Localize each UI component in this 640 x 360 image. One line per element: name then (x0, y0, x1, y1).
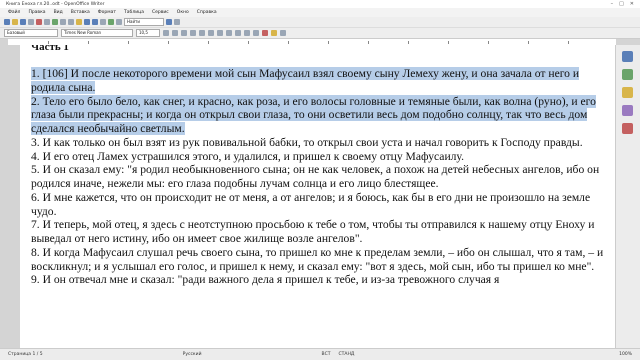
menu-item-table[interactable]: Таблица (124, 10, 144, 15)
standard-toolbar: Найти (0, 17, 640, 28)
title-bar: Книга Еноха гл.20..odt - OpenOffice Writ… (0, 0, 640, 8)
menu-item-tools[interactable]: Сервис (152, 10, 169, 15)
bullets-icon[interactable] (235, 30, 241, 36)
help-icon[interactable] (174, 19, 180, 25)
paste-icon[interactable] (76, 19, 82, 25)
properties-icon[interactable] (622, 51, 633, 62)
spellcheck-icon[interactable] (52, 19, 58, 25)
mail-icon[interactable] (28, 19, 34, 25)
menu-item-view[interactable]: Вид (54, 10, 63, 15)
align-center-icon[interactable] (199, 30, 205, 36)
indent-increase-icon[interactable] (253, 30, 259, 36)
underline-icon[interactable] (181, 30, 187, 36)
paragraph-2: 2. Тело его было бело, как снег, и красн… (31, 94, 605, 136)
document-page[interactable]: Часть 1 1. [106] И после некоторого врем… (20, 45, 616, 348)
maximize-icon[interactable]: □ (619, 1, 624, 7)
sidebar-panel (615, 45, 640, 348)
document-body[interactable]: 1. [106] И после некоторого времени мой … (31, 67, 605, 287)
italic-icon[interactable] (172, 30, 178, 36)
functions-icon[interactable] (622, 123, 633, 134)
selection-mode-indicator[interactable]: СТАНД (339, 352, 355, 357)
zoom-level[interactable]: 100% (619, 352, 632, 357)
close-icon[interactable]: ✕ (630, 1, 634, 7)
menu-item-help[interactable]: Справка (197, 10, 217, 15)
paragraph-5[interactable]: 5. И он сказал ему: "я родил необыкновен… (31, 163, 605, 191)
open-icon[interactable] (12, 19, 18, 25)
save-icon[interactable] (20, 19, 26, 25)
menu-item-file[interactable]: Файл (8, 10, 20, 15)
menu-item-edit[interactable]: Правка (28, 10, 45, 15)
window-controls: – □ ✕ (611, 1, 634, 7)
undo-icon[interactable] (84, 19, 90, 25)
find-next-icon[interactable] (166, 19, 172, 25)
find-input[interactable]: Найти (124, 18, 164, 26)
image-icon[interactable] (108, 19, 114, 25)
navigator-icon[interactable] (622, 105, 633, 116)
selected-text[interactable]: 2. Тело его было бело, как снег, и красн… (31, 94, 596, 135)
export-pdf-icon[interactable] (36, 19, 42, 25)
paragraph-1: 1. [106] И после некоторого времени мой … (31, 67, 605, 95)
minimize-icon[interactable]: – (611, 1, 614, 7)
font-size-select[interactable]: 10,5 (136, 29, 160, 37)
page-indicator[interactable]: Страница 1 / 5 (8, 352, 43, 357)
insert-mode-indicator[interactable]: ВСТ (322, 352, 331, 357)
new-doc-icon[interactable] (4, 19, 10, 25)
copy-icon[interactable] (68, 19, 74, 25)
font-name-select[interactable]: Times New Roman (61, 29, 133, 37)
menu-item-insert[interactable]: Вставка (71, 10, 90, 15)
paragraph-7[interactable]: 7. И теперь, мой отец, я здесь с неотсту… (31, 218, 605, 246)
highlight-icon[interactable] (271, 30, 277, 36)
redo-icon[interactable] (92, 19, 98, 25)
gallery-icon[interactable] (622, 87, 633, 98)
menu-bar: Файл Правка Вид Вставка Формат Таблица С… (0, 8, 640, 17)
formatting-toolbar: Базовый Times New Roman 10,5 (0, 28, 640, 39)
paragraph-6[interactable]: 6. И мне кажется, что он происходит не о… (31, 191, 605, 219)
justify-icon[interactable] (217, 30, 223, 36)
paragraph-4[interactable]: 4. И его отец Ламех устрашился этого, и … (31, 150, 605, 164)
document-heading: Часть 1 (31, 45, 69, 53)
cut-icon[interactable] (60, 19, 66, 25)
background-color-icon[interactable] (280, 30, 286, 36)
selected-text[interactable]: 1. [106] И после некоторого времени мой … (31, 67, 580, 94)
status-bar: Страница 1 / 5 Русский ВСТ СТАНД 100% (0, 348, 640, 360)
print-icon[interactable] (44, 19, 50, 25)
align-left-icon[interactable] (190, 30, 196, 36)
numbering-icon[interactable] (226, 30, 232, 36)
indent-decrease-icon[interactable] (244, 30, 250, 36)
menu-item-format[interactable]: Формат (98, 10, 116, 15)
table-icon[interactable] (100, 19, 106, 25)
paragraph-8[interactable]: 8. И когда Мафусаил слушал речь своего с… (31, 246, 605, 274)
paragraph-style-select[interactable]: Базовый (4, 29, 58, 37)
language-indicator[interactable]: Русский (183, 352, 202, 357)
window-title: Книга Еноха гл.20..odt - OpenOffice Writ… (6, 1, 105, 7)
styles-icon[interactable] (622, 69, 633, 80)
chart-icon[interactable] (116, 19, 122, 25)
menu-item-window[interactable]: Окно (177, 10, 189, 15)
align-right-icon[interactable] (208, 30, 214, 36)
document-area[interactable]: Часть 1 1. [106] И после некоторого врем… (0, 45, 616, 348)
paragraph-3[interactable]: 3. И как только он был взят из рук повив… (31, 136, 605, 150)
paragraph-9[interactable]: 9. И он отвечал мне и сказал: "ради важн… (31, 273, 605, 287)
font-color-icon[interactable] (262, 30, 268, 36)
bold-icon[interactable] (163, 30, 169, 36)
